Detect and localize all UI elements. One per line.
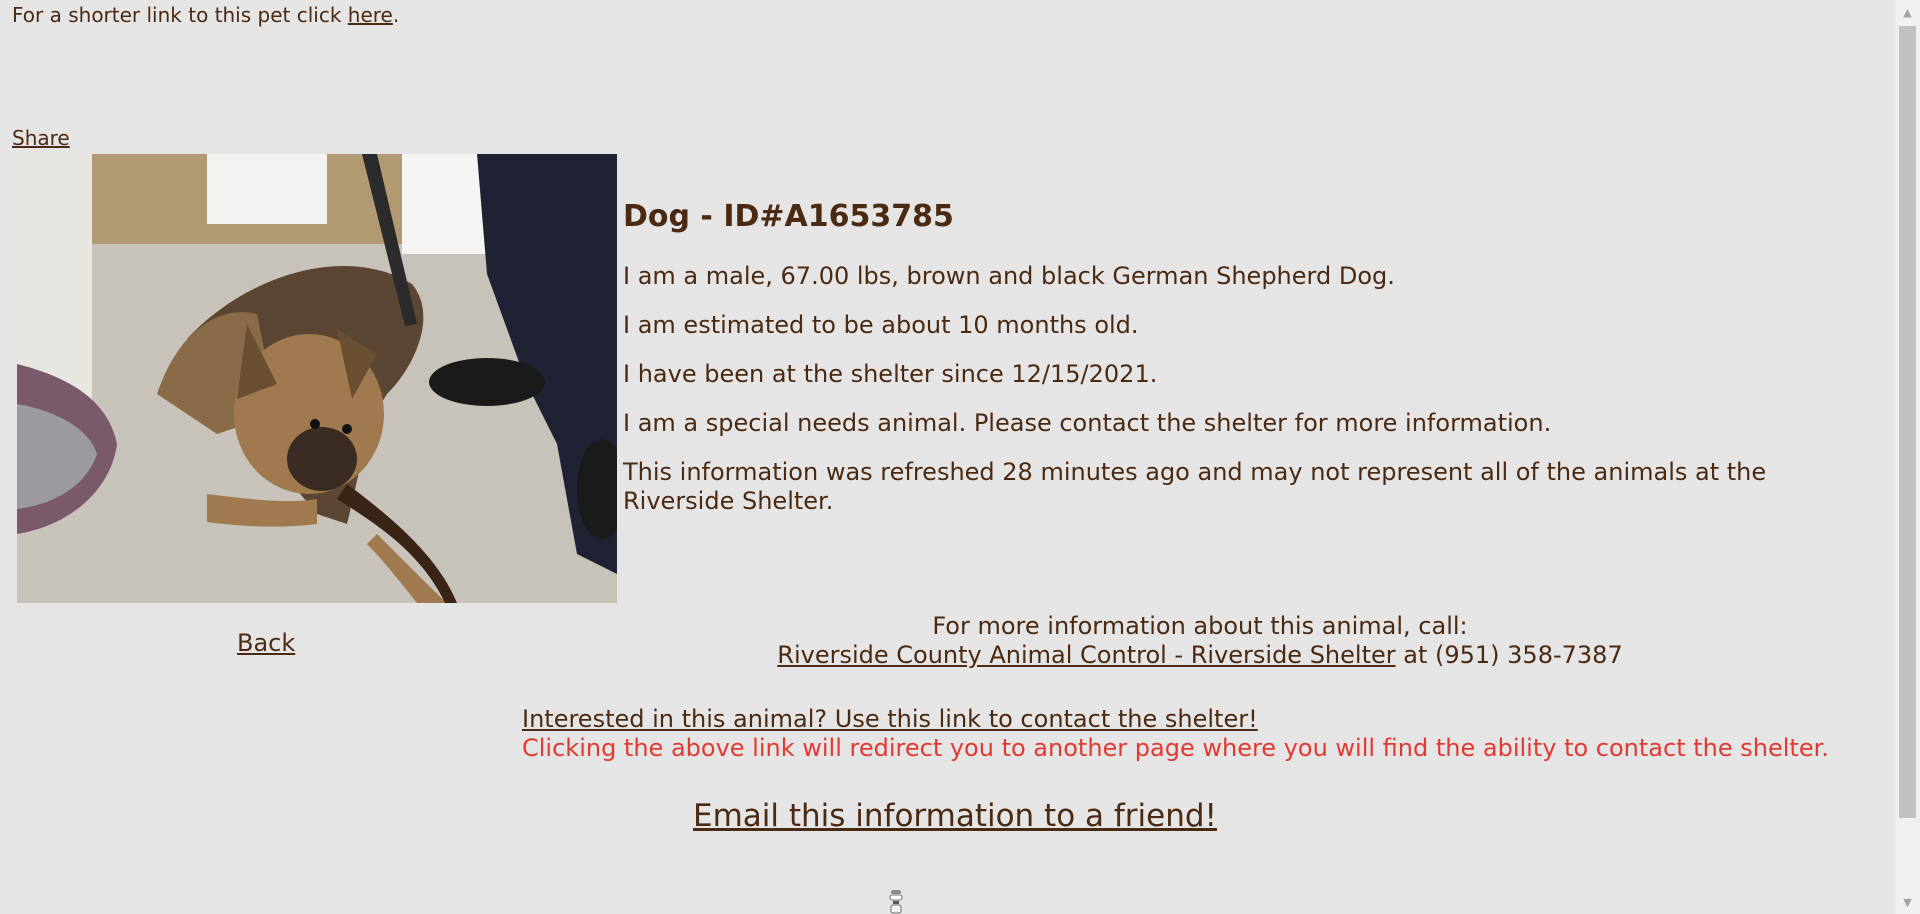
vertical-scrollbar[interactable]: ▲ ▼ xyxy=(1895,0,1920,914)
share-link[interactable]: Share xyxy=(12,126,70,150)
contact-shelter-block: Interested in this animal? Use this link… xyxy=(522,705,1829,763)
pet-shelter-since: I have been at the shelter since 12/15/2… xyxy=(623,360,1158,388)
back-link[interactable]: Back xyxy=(237,628,295,658)
short-link-suffix: . xyxy=(392,3,400,27)
pet-info: Dog - ID#A1653785 I am a male, 67.00 lbs… xyxy=(623,198,1823,516)
dog-photo xyxy=(17,154,617,603)
pet-details-page: For a shorter link to this pet click her… xyxy=(0,0,1895,914)
pet-refreshed-note: This information was refreshed 28 minute… xyxy=(623,458,1767,515)
call-info: For more information about this animal, … xyxy=(600,612,1800,670)
shelter-name-link[interactable]: Riverside County Animal Control - Rivers… xyxy=(777,641,1395,669)
short-link-prefix: For a shorter link to this pet click xyxy=(12,3,348,27)
contact-shelter-link[interactable]: Interested in this animal? Use this link… xyxy=(522,705,1258,733)
pet-description: I am a male, 67.00 lbs, brown and black … xyxy=(623,262,1395,290)
dog-photo-illustration xyxy=(17,154,617,603)
scroll-up-icon[interactable]: ▲ xyxy=(1895,0,1920,24)
email-friend-link[interactable]: Email this information to a friend! xyxy=(693,796,1217,836)
pet-age: I am estimated to be about 10 months old… xyxy=(623,311,1139,339)
short-link-here[interactable]: here xyxy=(348,3,393,27)
redirect-note: Clicking the above link will redirect yo… xyxy=(522,734,1829,762)
pet-title: Dog - ID#A1653785 xyxy=(623,199,954,234)
scroll-down-icon[interactable]: ▼ xyxy=(1895,890,1920,914)
pet-special-needs: I am a special needs animal. Please cont… xyxy=(623,409,1552,437)
shelter-phone: at (951) 358-7387 xyxy=(1395,641,1623,669)
scrollbar-thumb[interactable] xyxy=(1899,26,1916,818)
short-link-line: For a shorter link to this pet click her… xyxy=(12,3,399,27)
call-intro: For more information about this animal, … xyxy=(932,612,1468,640)
shelter-line: Riverside County Animal Control - Rivers… xyxy=(600,641,1800,670)
loading-spinner-icon xyxy=(889,890,903,914)
